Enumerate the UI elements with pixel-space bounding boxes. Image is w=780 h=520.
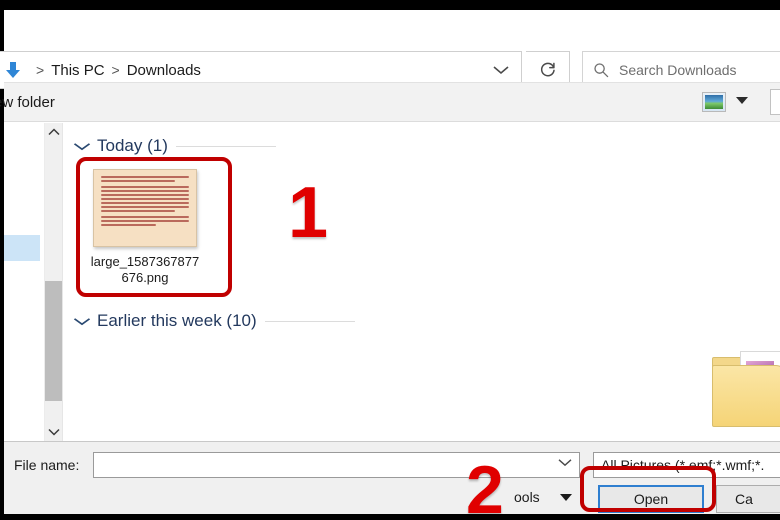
chevron-down-icon[interactable] xyxy=(45,423,63,441)
folder-front-panel xyxy=(712,365,780,427)
tools-chevron-down-icon[interactable] xyxy=(560,494,572,501)
chevron-down-icon[interactable] xyxy=(73,142,91,151)
annotation-marker-two: 2 xyxy=(466,452,504,520)
chevron-down-icon[interactable] xyxy=(73,317,91,326)
file-name-label: large_1587367877676.png xyxy=(90,254,200,285)
top-border-band xyxy=(0,0,780,10)
pictures-folder-icon[interactable] xyxy=(712,351,780,429)
navigation-scrollbar[interactable] xyxy=(44,123,63,441)
view-options-chevron-down-icon[interactable] xyxy=(736,97,748,104)
breadcrumb-this-pc[interactable]: This PC xyxy=(51,62,104,79)
file-open-dialog: > This PC > Downloads Search Downloads e… xyxy=(0,10,780,520)
refresh-icon xyxy=(539,61,557,79)
view-thumbnails-icon[interactable] xyxy=(702,92,726,112)
breadcrumb-downloads[interactable]: Downloads xyxy=(127,62,201,79)
file-name-field-label: File name: xyxy=(14,457,80,473)
file-name-input[interactable] xyxy=(93,452,580,478)
search-placeholder: Search Downloads xyxy=(619,62,737,78)
document-text-thumbnail xyxy=(93,169,197,247)
address-bar-row: > This PC > Downloads Search Downloads xyxy=(0,28,780,89)
new-folder-button[interactable]: ew folder xyxy=(0,94,55,111)
open-button[interactable]: Open xyxy=(598,485,704,513)
screenshot-root: > This PC > Downloads Search Downloads e… xyxy=(0,0,780,520)
thumbnail-paragraph xyxy=(101,176,189,182)
chevron-down-icon[interactable] xyxy=(493,65,509,75)
chevron-up-icon[interactable] xyxy=(45,123,63,141)
thumbnail-paragraph xyxy=(101,216,189,226)
annotation-marker-one: 1 xyxy=(288,173,329,253)
group-header-earlier-this-week[interactable]: Earlier this week (10) xyxy=(73,311,355,331)
cancel-button[interactable]: Ca xyxy=(716,485,780,513)
file-type-filter-value: All Pictures (*.emf;*.wmf;*. xyxy=(601,457,765,473)
file-item-large-png[interactable]: large_1587367877676.png xyxy=(87,169,203,299)
downloads-arrow-icon xyxy=(3,60,23,80)
group-header-today[interactable]: Today (1) xyxy=(73,136,276,156)
breadcrumb-separator-1: > xyxy=(111,62,120,78)
view-thumbnails-glyph xyxy=(705,95,723,109)
bottom-border-band xyxy=(0,514,780,520)
scrollbar-thumb[interactable] xyxy=(45,281,63,401)
file-type-filter-dropdown[interactable]: All Pictures (*.emf;*.wmf;*. xyxy=(593,452,780,478)
thumbnail-paragraph xyxy=(101,186,189,212)
tools-button[interactable]: ools xyxy=(514,489,540,505)
file-list-pane[interactable]: Today (1) large_1587367877676.png Earlie… xyxy=(63,123,780,441)
chevron-down-icon[interactable] xyxy=(558,458,572,467)
group-title-today: Today (1) xyxy=(97,136,168,155)
group-divider-line xyxy=(175,145,276,147)
group-title-earlier-this-week: Earlier this week (10) xyxy=(97,311,257,330)
navigation-pane[interactable]: D:) E:) xyxy=(4,123,44,441)
breadcrumb-separator-0: > xyxy=(36,62,45,78)
toolbar: ew folder xyxy=(0,82,780,122)
search-icon xyxy=(593,62,609,78)
nav-selected-item[interactable] xyxy=(4,235,40,261)
help-button[interactable] xyxy=(770,89,780,115)
group-divider-line xyxy=(264,320,355,322)
